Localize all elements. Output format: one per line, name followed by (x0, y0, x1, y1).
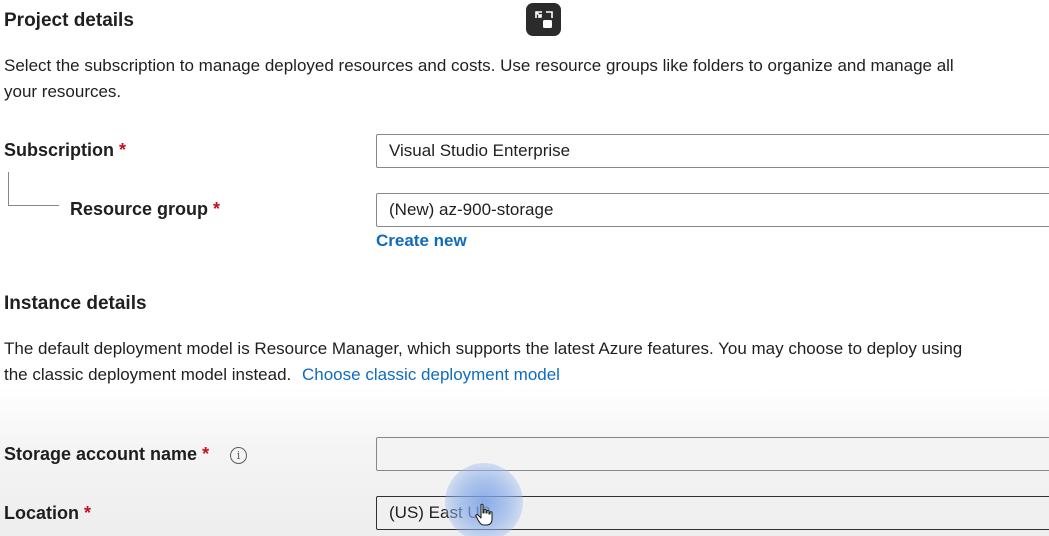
project-description-line1: Select the subscription to manage deploy… (4, 56, 954, 75)
required-marker: * (213, 199, 221, 219)
project-description-line2: your resources. (4, 82, 122, 101)
location-label: Location * (4, 503, 91, 524)
location-label-text: Location (4, 503, 79, 523)
project-details-heading: Project details (4, 10, 134, 31)
required-marker: * (119, 140, 127, 160)
instance-description-line1: The default deployment model is Resource… (4, 339, 963, 358)
create-new-link[interactable]: Create new (376, 231, 467, 251)
resource-group-label: Resource group * (70, 199, 220, 220)
exit-fullscreen-button[interactable] (526, 3, 561, 36)
instance-details-heading: Instance details (4, 293, 147, 314)
choose-classic-deployment-link[interactable]: Choose classic deployment model (302, 365, 560, 384)
resource-group-value: (New) az-900-storage (389, 200, 554, 219)
required-marker: * (202, 444, 210, 464)
subscription-dropdown[interactable]: Visual Studio Enterprise (376, 134, 1049, 168)
subscription-label: Subscription * (4, 140, 126, 161)
storage-account-label: Storage account name * (4, 444, 209, 465)
exit-fullscreen-icon (534, 10, 553, 28)
instance-description-line2: the classic deployment model instead. Ch… (4, 362, 560, 388)
storage-account-label-text: Storage account name (4, 444, 198, 464)
tree-connector (8, 172, 59, 206)
hand-cursor-icon (475, 503, 493, 526)
subscription-label-text: Subscription (4, 140, 115, 160)
storage-account-name-input[interactable] (376, 437, 1049, 471)
required-marker: * (84, 503, 92, 523)
instance-description-text: the classic deployment model instead. (4, 365, 292, 384)
subscription-value: Visual Studio Enterprise (389, 141, 571, 160)
resource-group-label-text: Resource group (70, 199, 209, 219)
resource-group-dropdown[interactable]: (New) az-900-storage (376, 193, 1049, 227)
info-icon[interactable]: i (230, 447, 247, 464)
